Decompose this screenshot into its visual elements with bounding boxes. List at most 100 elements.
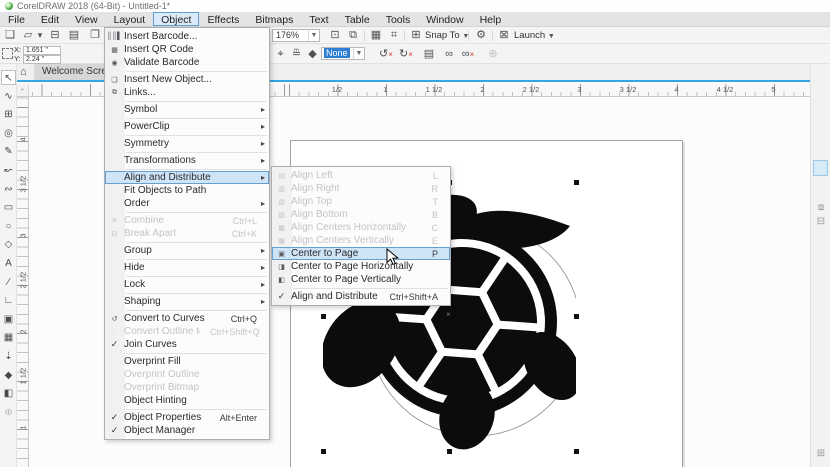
menu-item-group[interactable]: Group▸ [105,244,269,257]
menu-item-align-and-distribute[interactable]: ✓Align and DistributeCtrl+Shift+A [272,290,450,303]
menu-item-align-top[interactable]: ▧Align TopT [272,195,450,208]
menubar-item-text[interactable]: Text [301,12,336,26]
menu-item-convert-outline-to-object[interactable]: ◌Convert Outline to ObjectCtrl+Shift+Q [105,325,269,338]
paste-button[interactable]: ❐ [88,28,102,43]
crop-tool[interactable]: ⊞ [1,107,16,122]
launch-dropdown[interactable]: Launch ▼ [514,30,555,41]
menubar-item-window[interactable]: Window [418,12,471,26]
docker-active-tab[interactable] [813,160,828,176]
selection-handle[interactable] [447,449,452,454]
menu-item-overprint-bitmap[interactable]: Overprint Bitmap [105,381,269,394]
two-point-line-tool[interactable]: ↜ [1,163,16,178]
menu-item-align-and-distribute[interactable]: Align and Distribute▸ [105,171,269,184]
menu-item-shaping[interactable]: Shaping▸ [105,295,269,308]
menubar-item-edit[interactable]: Edit [33,12,67,26]
open-dropdown-arrow[interactable]: ▾ [36,28,44,43]
rotate-ccw-icon[interactable]: ↺× [378,47,394,62]
outline-width-combo[interactable]: ▼None [321,47,365,60]
link-icon[interactable]: ∞ [442,47,456,62]
menu-item-object-hinting[interactable]: Object Hinting [105,394,269,407]
ellipse-tool[interactable]: ○ [1,219,16,234]
menubar-item-object[interactable]: Object [153,12,199,26]
menu-item-align-centers-horizontally[interactable]: ▩Align Centers HorizontallyC [272,221,450,234]
menubar-item-help[interactable]: Help [472,12,510,26]
menubar-item-tools[interactable]: Tools [378,12,419,26]
launch-icon[interactable]: ⊠ [497,28,511,43]
docker-grid-icon[interactable]: ⊞ [814,448,828,459]
open-document-button[interactable]: ▱ [21,28,35,43]
selection-handle[interactable] [574,314,579,319]
menu-item-align-right[interactable]: ▥Align RightR [272,182,450,195]
shape-tool[interactable]: ∿ [1,89,16,104]
menu-item-transformations[interactable]: Transformations▸ [105,154,269,167]
snap-to-icon[interactable]: ⊞ [409,28,423,43]
text-tool[interactable]: A [1,256,16,271]
menu-item-insert-barcode[interactable]: ║║▌Insert Barcode... [105,30,269,43]
menubar-item-view[interactable]: View [67,12,106,26]
selection-handle[interactable] [321,449,326,454]
menu-item-object-properties[interactable]: ✓Object PropertiesAlt+Enter [105,411,269,424]
menu-item-join-curves[interactable]: ✓Join Curves [105,338,269,351]
menubar-item-table[interactable]: Table [337,12,378,26]
menu-item-center-to-page[interactable]: ▣Center to PageP [272,247,450,260]
zoom-tool[interactable]: ◎ [1,126,16,141]
menubar-item-effects[interactable]: Effects [199,12,247,26]
menu-item-symbol[interactable]: Symbol▸ [105,103,269,116]
menu-item-align-left[interactable]: ▤Align LeftL [272,169,450,182]
scale-factor-icon[interactable]: ⌖ [274,47,287,62]
menu-item-insert-new-object[interactable]: ❏Insert New Object... [105,73,269,86]
menu-item-fit-objects-to-path[interactable]: Fit Objects to Path [105,184,269,197]
menu-item-overprint-fill[interactable]: Overprint Fill [105,355,269,368]
interactive-fill-tool[interactable]: ◆ [1,368,16,383]
menubar-item-bitmaps[interactable]: Bitmaps [247,12,301,26]
drop-shadow-tool[interactable]: ▣ [1,312,16,327]
menu-item-order[interactable]: Order▸ [105,197,269,210]
full-screen-preview-button[interactable]: ⊡ [328,28,342,43]
menu-item-align-bottom[interactable]: ▨Align BottomB [272,208,450,221]
menu-item-insert-qr-code[interactable]: ▦Insert QR Code [105,43,269,56]
save-button[interactable]: ⊟ [48,28,62,43]
mirror-icon[interactable]: ≞ [290,47,303,62]
y-position-input[interactable] [23,55,61,64]
menu-item-break-apart[interactable]: ⊟Break ApartCtrl+K [105,227,269,240]
docker-combine-icon[interactable]: ⧈ [814,202,828,213]
connector-tool[interactable]: ∟ [1,293,16,308]
freehand-tool[interactable]: ✎ [1,144,16,159]
pick-tool[interactable]: ↖ [1,70,16,85]
rotate-cw-icon[interactable]: ↻× [398,47,414,62]
menu-item-symmetry[interactable]: Symmetry▸ [105,137,269,150]
menubar-item-layout[interactable]: Layout [106,12,154,26]
menu-item-convert-to-curves[interactable]: ↺Convert to CurvesCtrl+Q [105,312,269,325]
zoom-level-combo[interactable]: ▼176% [272,29,320,42]
selection-handle[interactable] [321,314,326,319]
menubar-item-file[interactable]: File [0,12,33,26]
add-tool-button[interactable]: ⊕ [1,405,16,420]
home-icon[interactable]: ⌂ [20,66,27,78]
new-document-button[interactable]: ❏ [3,28,17,43]
outline-pen-icon[interactable]: ◆ [306,47,319,62]
rectangle-tool[interactable]: ▭ [1,200,16,215]
polygon-tool[interactable]: ◇ [1,237,16,252]
selection-handle[interactable] [574,449,579,454]
menu-item-center-to-page-horizontally[interactable]: ◨Center to Page Horizontally [272,260,450,273]
smart-fill-tool[interactable]: ◧ [1,386,16,401]
wrap-text-icon[interactable]: ▤ [422,47,436,62]
transparency-tool[interactable]: ▦ [1,330,16,345]
zoom-combo-arrow[interactable]: ▼ [308,30,319,41]
menu-item-align-centers-vertically[interactable]: ▦Align Centers VerticallyE [272,234,450,247]
bezier-tool[interactable]: ∾ [1,182,16,197]
menu-item-hide[interactable]: Hide▸ [105,261,269,274]
menu-item-links[interactable]: ⧉Links... [105,86,269,99]
menu-item-combine[interactable]: ⧈CombineCtrl+L [105,214,269,227]
options-gear-icon[interactable]: ⚙ [474,28,488,43]
menu-item-powerclip[interactable]: PowerClip▸ [105,120,269,133]
eyedropper-tool[interactable]: ⇣ [1,349,16,364]
dimension-tool[interactable]: ⁄ [1,275,16,290]
snap-to-dropdown[interactable]: Snap To ▼ [425,30,469,41]
docker-break-icon[interactable]: ⊟ [814,216,828,227]
unlink-icon[interactable]: ∞× [460,47,476,62]
show-rulers-button[interactable]: ⧉ [346,28,360,43]
guidelines-button[interactable]: ⌗ [387,28,401,43]
menu-item-object-manager[interactable]: ✓Object Manager [105,424,269,437]
print-button[interactable]: ▤ [67,28,81,43]
